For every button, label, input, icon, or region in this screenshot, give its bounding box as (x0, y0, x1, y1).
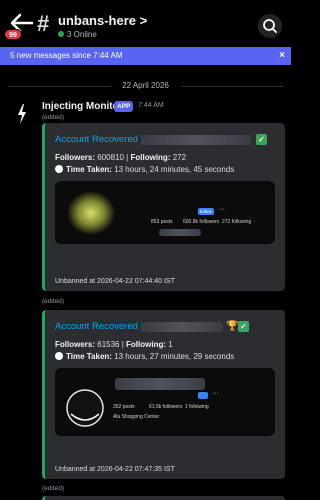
embed-card: Account Recovered | ✓ Followers: 600810 … (42, 123, 285, 291)
bolt-avatar-icon[interactable] (15, 103, 29, 125)
hash-icon: # (37, 11, 50, 36)
trophy-icon: 🏆 (226, 321, 239, 332)
followers-value: 61536 (97, 340, 120, 349)
clock-icon (55, 165, 63, 173)
following-value: 272 (172, 153, 187, 162)
edited-label: (edited) (42, 485, 65, 492)
time-taken: Time Taken: 13 hours, 24 minutes, 45 sec… (55, 165, 234, 174)
follow-button: follow (198, 208, 214, 215)
time-taken: Time Taken: 13 hours, 27 minutes, 29 sec… (55, 352, 234, 361)
follow-stats: Followers: 600810 | Following: 272 (55, 153, 187, 162)
profile-avatar (66, 389, 104, 427)
time-taken-value: 13 hours, 24 minutes, 45 seconds (114, 165, 235, 174)
embed-title[interactable]: Account Recovered | (55, 321, 143, 332)
profile-bio: Alu Shopping Center (113, 414, 160, 420)
following-label: Following: (130, 153, 171, 162)
follow-button (198, 392, 208, 399)
posts-stat: 352 posts (113, 404, 135, 410)
message-author[interactable]: Injecting Monitor (42, 101, 123, 112)
online-dot-icon (58, 31, 64, 37)
online-status: 3 Online (58, 30, 97, 39)
more-icon: ··· (218, 206, 225, 213)
profile-avatar-blur (67, 191, 115, 235)
channel-title[interactable]: unbans-here > (58, 13, 147, 28)
channel-header: 99 # unbans-here > 3 Online (0, 0, 291, 48)
clock-icon (55, 352, 63, 360)
check-icon: ✓ (238, 321, 249, 332)
new-messages-text: 5 new messages since 7:44 AM (10, 51, 123, 60)
time-taken-label: Time Taken: (66, 352, 112, 361)
embed-footer: Unbanned at 2026-04-22 07:44:40 IST (55, 278, 175, 285)
follow-stats: Followers: 61536 | Following: 1 (55, 340, 173, 349)
redacted-name (159, 229, 201, 236)
more-icon: ··· (212, 390, 219, 397)
date-divider: 22 April 2026 (122, 81, 169, 90)
redacted-username (141, 135, 251, 145)
embed-footer: Unbanned at 2026-04-22 07:47:35 IST (55, 466, 175, 473)
time-taken-label: Time Taken: (66, 165, 112, 174)
following-value: 1 (168, 340, 173, 349)
followers-label: Followers: (55, 153, 96, 162)
following-label: Following: (126, 340, 167, 349)
search-button[interactable] (258, 14, 282, 38)
embed-card: Account Recovered | 🏆 ✓ Followers: 61536… (42, 310, 285, 479)
redacted-username (141, 322, 223, 332)
message-time: 7:44 AM (138, 102, 164, 109)
search-icon (263, 19, 277, 33)
embed-title[interactable]: Account Recovered | (55, 134, 143, 145)
following-stat: 272 following (222, 219, 252, 225)
check-icon: ✓ (256, 134, 267, 145)
edited-label: (edited) (42, 114, 65, 121)
close-icon[interactable]: × (279, 47, 285, 65)
following-stat: 1 following (185, 404, 209, 410)
embed-card-partial (42, 496, 285, 500)
embed-image[interactable]: ··· 352 posts 61.5k followers 1 followin… (55, 368, 275, 436)
posts-stat: 853 posts (151, 219, 173, 225)
time-taken-value: 13 hours, 27 minutes, 29 seconds (114, 352, 235, 361)
online-count: 3 Online (67, 30, 97, 39)
redacted-name (115, 378, 205, 390)
channel-name: unbans-here (58, 13, 137, 28)
unread-count-badge: 99 (4, 29, 22, 40)
followers-value: 600810 (97, 153, 124, 162)
new-messages-banner[interactable]: 5 new messages since 7:44 AM × (0, 47, 291, 65)
followers-stat: 61.5k followers (149, 404, 183, 410)
chevron-right-icon: > (139, 13, 148, 28)
app-tag-badge: APP (114, 101, 134, 112)
edited-label: (edited) (42, 298, 65, 305)
embed-image[interactable]: 853 posts 600.8k followers 272 following… (55, 181, 275, 244)
followers-label: Followers: (55, 340, 96, 349)
followers-stat: 600.8k followers (183, 219, 220, 225)
